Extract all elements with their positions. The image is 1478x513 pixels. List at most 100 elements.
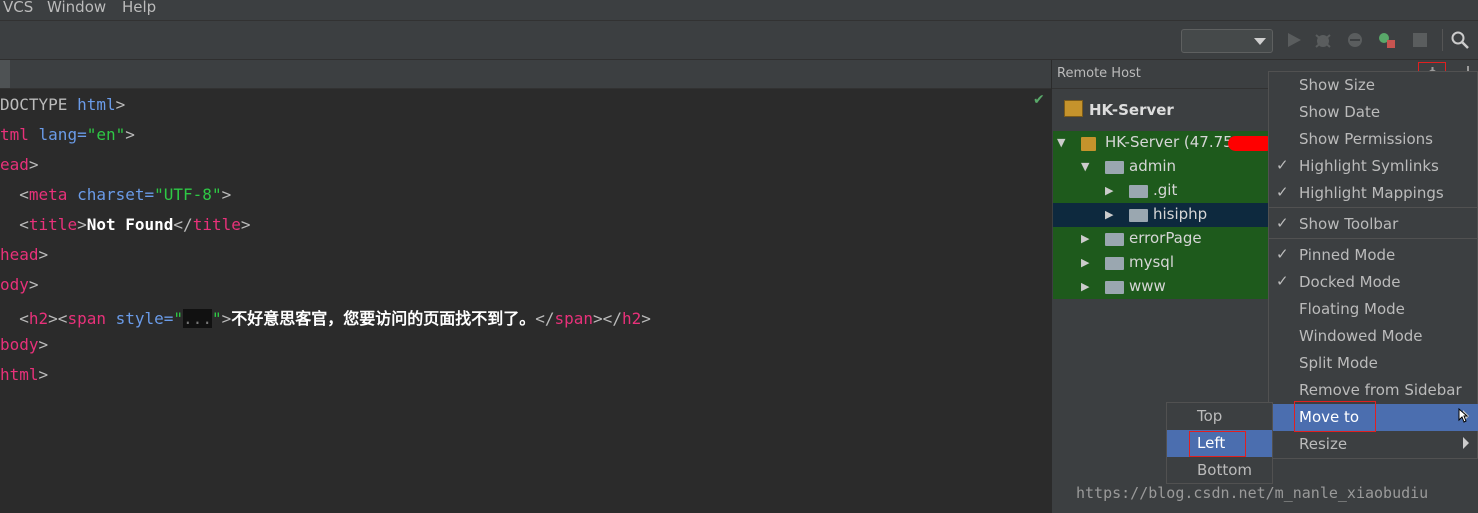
code-token: ead (0, 155, 29, 174)
check-icon: ✓ (1276, 272, 1289, 290)
code-token: > (240, 215, 251, 234)
code-token: > (77, 215, 87, 234)
run-config-dropdown[interactable] (1181, 29, 1273, 53)
tree-node[interactable]: ▶ mysql (1053, 251, 1270, 275)
run-icon[interactable] (1285, 31, 1303, 49)
code-line: tml lang="en"> (0, 125, 135, 144)
collapsed-arrow-icon[interactable]: ▶ (1105, 184, 1113, 197)
menu-item-docked-mode[interactable]: ✓ Docked Mode (1269, 269, 1478, 296)
tree-node-label: admin (1129, 157, 1176, 175)
code-token: < (0, 309, 29, 328)
menu-item-show-size[interactable]: Show Size (1269, 72, 1478, 99)
left-annotation-box (1189, 431, 1246, 457)
submenu-item-top[interactable]: Top (1167, 403, 1272, 430)
code-line: ead> (0, 155, 39, 174)
menu-item-pinned-mode[interactable]: ✓ Pinned Mode (1269, 242, 1478, 269)
chevron-down-icon (1254, 38, 1266, 45)
active-editor-tab[interactable] (0, 60, 10, 88)
code-line: ody> (0, 275, 39, 294)
code-token: charset= (67, 185, 155, 204)
code-token: </ (173, 215, 193, 234)
menu-item-split-mode[interactable]: Split Mode (1269, 350, 1478, 377)
collapsed-arrow-icon[interactable]: ▶ (1081, 232, 1089, 245)
menu-item-show-date[interactable]: Show Date (1269, 99, 1478, 126)
code-line: <meta charset="UTF-8"> (0, 185, 231, 204)
server-name: HK-Server (1089, 101, 1174, 119)
code-token: " (173, 309, 184, 328)
menu-item-label: Show Size (1299, 76, 1376, 94)
code-token: " (211, 309, 222, 328)
menu-item-resize[interactable]: Resize (1269, 431, 1478, 458)
stop-icon[interactable] (1411, 31, 1429, 49)
code-line: DOCTYPE html> (0, 95, 125, 114)
mouse-cursor-icon (1458, 408, 1468, 423)
tree-node[interactable]: ▼ admin (1053, 155, 1270, 179)
server-icon (1064, 100, 1083, 117)
menu-item-highlight-symlinks[interactable]: ✓ Highlight Symlinks (1269, 153, 1478, 180)
code-token: < (0, 215, 29, 234)
code-token: ody (0, 275, 29, 294)
folder-icon (1129, 209, 1148, 222)
code-token: > (38, 245, 49, 264)
update-running-icon[interactable] (1378, 31, 1396, 49)
menu-window[interactable]: Window (47, 0, 106, 16)
code-token: > (28, 275, 39, 294)
menu-item-show-toolbar[interactable]: ✓ Show Toolbar (1269, 211, 1478, 238)
submenu-item-label: Bottom (1197, 461, 1253, 479)
collapsed-arrow-icon[interactable]: ▶ (1105, 208, 1113, 221)
collapsed-arrow-icon[interactable]: ▶ (1081, 256, 1089, 269)
menu-help[interactable]: Help (122, 0, 156, 16)
coverage-icon[interactable] (1346, 31, 1364, 49)
tree-node-label: www (1129, 277, 1166, 295)
code-token: html (77, 95, 116, 114)
code-token: > (28, 155, 39, 174)
menu-item-show-permissions[interactable]: Show Permissions (1269, 126, 1478, 153)
tree-node[interactable]: ▶ hisiphp (1053, 203, 1270, 227)
tree-node[interactable]: ▶ errorPage (1053, 227, 1270, 251)
code-line: head> (0, 245, 48, 264)
toolbar-divider (1442, 29, 1443, 51)
code-token: title (28, 215, 78, 234)
code-editor[interactable]: DOCTYPE html> tml lang="en"> ead> <meta ch… (0, 89, 1051, 513)
submenu-item-label: Top (1197, 407, 1223, 425)
menu-item-label: Show Permissions (1299, 130, 1433, 148)
menu-item-label: Docked Mode (1299, 273, 1401, 291)
menu-bar: VCS Window Help (0, 0, 1478, 21)
code-token: html (0, 365, 39, 384)
code-line: html> (0, 365, 48, 384)
expanded-arrow-icon[interactable]: ▼ (1081, 160, 1089, 173)
submenu-arrow-icon (1463, 437, 1469, 449)
code-token: "en" (86, 125, 126, 144)
editor-tab-bar (0, 60, 1051, 89)
panel-title: Remote Host (1057, 66, 1141, 81)
menu-item-label: Pinned Mode (1299, 246, 1396, 264)
code-line: <title>Not Found</title> (0, 215, 251, 234)
debug-icon[interactable] (1314, 31, 1332, 49)
code-token: > (125, 125, 135, 144)
tree-node-label: hisiphp (1153, 205, 1208, 223)
menu-item-windowed-mode[interactable]: Windowed Mode (1269, 323, 1478, 350)
expanded-arrow-icon[interactable]: ▼ (1057, 136, 1065, 149)
menu-vcs[interactable]: VCS (3, 0, 33, 16)
menu-item-label: Windowed Mode (1299, 327, 1423, 345)
folder-icon (1105, 257, 1124, 270)
watermark: https://blog.csdn.net/m_nanle_xiaobudiu (1076, 484, 1429, 502)
check-icon: ✓ (1276, 245, 1289, 263)
code-token: > (38, 365, 49, 384)
tree-node[interactable]: ▶ .git (1053, 179, 1270, 203)
folder-icon (1105, 281, 1124, 294)
menu-item-floating-mode[interactable]: Floating Mode (1269, 296, 1478, 323)
server-selector[interactable]: HK-Server (1064, 100, 1174, 119)
submenu-item-bottom[interactable]: Bottom (1167, 457, 1272, 484)
search-icon[interactable] (1451, 31, 1469, 49)
code-token: DOCTYPE (0, 95, 78, 114)
tree-node-label: mysql (1129, 253, 1174, 271)
code-token: ></ (593, 309, 622, 328)
folder-icon (1105, 233, 1124, 246)
collapsed-arrow-icon[interactable]: ▶ (1081, 280, 1089, 293)
menu-item-highlight-mappings[interactable]: ✓ Highlight Mappings (1269, 180, 1478, 207)
code-token: title (192, 215, 241, 234)
menu-item-remove-from-sidebar[interactable]: Remove from Sidebar (1269, 377, 1478, 404)
menu-item-label: Floating Mode (1299, 300, 1405, 318)
tree-node[interactable]: ▶ www (1053, 275, 1270, 299)
